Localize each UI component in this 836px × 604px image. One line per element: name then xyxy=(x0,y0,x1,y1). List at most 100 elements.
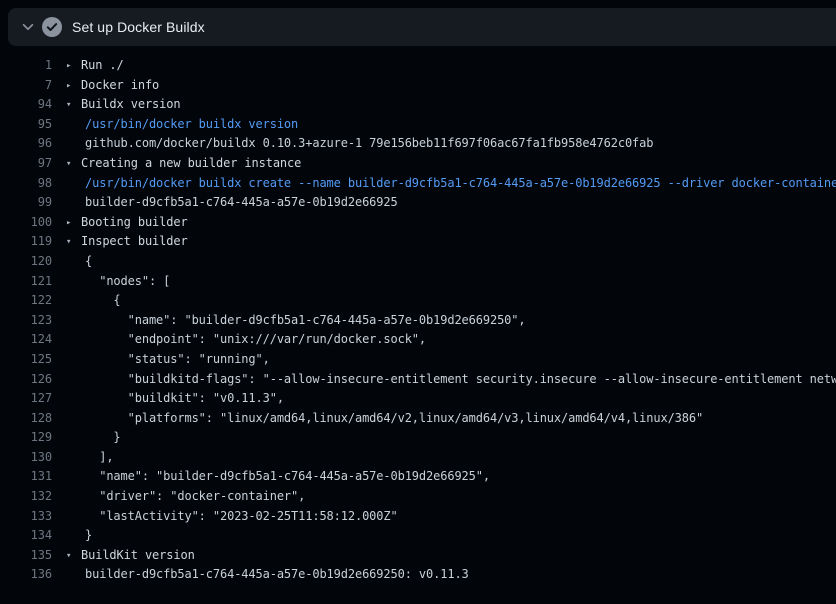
log-output-text: "name": "builder-d9cfb5a1-c764-445a-a57e… xyxy=(52,311,836,331)
line-number[interactable]: 130 xyxy=(0,448,52,468)
log-output-text: { xyxy=(52,252,836,272)
log-line: 121 "nodes": [ xyxy=(0,272,836,292)
group-title: Buildx version xyxy=(81,97,180,111)
log-line: 132 "driver": "docker-container", xyxy=(0,487,836,507)
group-toggle[interactable]: ▸Run ./ xyxy=(52,56,836,76)
group-title: Creating a new builder instance xyxy=(81,156,301,170)
log-output-text: "endpoint": "unix:///var/run/docker.sock… xyxy=(52,330,836,350)
line-number[interactable]: 95 xyxy=(0,115,52,135)
log-line: 125 "status": "running", xyxy=(0,350,836,370)
line-number[interactable]: 99 xyxy=(0,193,52,213)
log-group-line: 100 ▸Booting builder xyxy=(0,213,836,233)
triangle-expanded-icon: ▾ xyxy=(66,96,81,115)
group-title: Inspect builder xyxy=(81,234,188,248)
log-line: 98 /usr/bin/docker buildx create --name … xyxy=(0,174,836,194)
group-title: Docker info xyxy=(81,78,159,92)
group-toggle[interactable]: ▾Inspect builder xyxy=(52,232,836,252)
log-line: 95 /usr/bin/docker buildx version xyxy=(0,115,836,135)
triangle-collapsed-icon: ▸ xyxy=(66,214,81,233)
log-output-text: github.com/docker/buildx 0.10.3+azure-1 … xyxy=(52,134,836,154)
log-line: 127 "buildkit": "v0.11.3", xyxy=(0,389,836,409)
log-line: 120 { xyxy=(0,252,836,272)
log-group-line: 1 ▸Run ./ xyxy=(0,56,836,76)
log-line: 131 "name": "builder-d9cfb5a1-c764-445a-… xyxy=(0,467,836,487)
group-toggle[interactable]: ▾Creating a new builder instance xyxy=(52,154,836,174)
line-number[interactable]: 134 xyxy=(0,526,52,546)
log-line: 99 builder-d9cfb5a1-c764-445a-a57e-0b19d… xyxy=(0,193,836,213)
line-number[interactable]: 132 xyxy=(0,487,52,507)
log-line: 122 { xyxy=(0,291,836,311)
line-number[interactable]: 135 xyxy=(0,546,52,566)
log-output-text: builder-d9cfb5a1-c764-445a-a57e-0b19d2e6… xyxy=(52,565,836,585)
line-number[interactable]: 7 xyxy=(0,76,52,96)
line-number[interactable]: 120 xyxy=(0,252,52,272)
line-number[interactable]: 122 xyxy=(0,291,52,311)
line-number[interactable]: 127 xyxy=(0,389,52,409)
group-title: Booting builder xyxy=(81,215,188,229)
log-group-line: 97 ▾Creating a new builder instance xyxy=(0,154,836,174)
line-number[interactable]: 136 xyxy=(0,565,52,585)
log-line: 123 "name": "builder-d9cfb5a1-c764-445a-… xyxy=(0,311,836,331)
log-group-line: 119 ▾Inspect builder xyxy=(0,232,836,252)
log-output-text: "platforms": "linux/amd64,linux/amd64/v2… xyxy=(52,409,836,429)
group-toggle[interactable]: ▾BuildKit version xyxy=(52,546,836,566)
log-line: 134 } xyxy=(0,526,836,546)
triangle-collapsed-icon: ▸ xyxy=(66,77,81,96)
log-line: 130 ], xyxy=(0,448,836,468)
line-number[interactable]: 133 xyxy=(0,507,52,527)
line-number[interactable]: 94 xyxy=(0,95,52,115)
line-number[interactable]: 129 xyxy=(0,428,52,448)
group-toggle[interactable]: ▸Booting builder xyxy=(52,213,836,233)
log-output-text: "buildkitd-flags": "--allow-insecure-ent… xyxy=(52,370,836,390)
log-lines: 1 ▸Run ./ 7 ▸Docker info 94 ▾Buildx vers… xyxy=(0,46,836,585)
group-toggle[interactable]: ▾Buildx version xyxy=(52,95,836,115)
log-group-line: 94 ▾Buildx version xyxy=(0,95,836,115)
line-number[interactable]: 98 xyxy=(0,174,52,194)
log-output-text: "status": "running", xyxy=(52,350,836,370)
log-output-text: "buildkit": "v0.11.3", xyxy=(52,389,836,409)
triangle-collapsed-icon: ▸ xyxy=(66,57,81,76)
log-line: 96 github.com/docker/buildx 0.10.3+azure… xyxy=(0,134,836,154)
log-output-text: "lastActivity": "2023-02-25T11:58:12.000… xyxy=(52,507,836,527)
triangle-expanded-icon: ▾ xyxy=(66,233,81,252)
log-line: 128 "platforms": "linux/amd64,linux/amd6… xyxy=(0,409,836,429)
check-circle-icon xyxy=(42,17,62,37)
line-number[interactable]: 100 xyxy=(0,213,52,233)
log-output-text: builder-d9cfb5a1-c764-445a-a57e-0b19d2e6… xyxy=(52,193,836,213)
log-group-line: 7 ▸Docker info xyxy=(0,76,836,96)
line-number[interactable]: 123 xyxy=(0,311,52,331)
line-number[interactable]: 1 xyxy=(0,56,52,76)
line-number[interactable]: 97 xyxy=(0,154,52,174)
log-output-text: { xyxy=(52,291,836,311)
line-number[interactable]: 121 xyxy=(0,272,52,292)
triangle-expanded-icon: ▾ xyxy=(66,547,81,566)
line-number[interactable]: 119 xyxy=(0,232,52,252)
line-number[interactable]: 128 xyxy=(0,409,52,429)
log-output-text: } xyxy=(52,428,836,448)
log-line: 133 "lastActivity": "2023-02-25T11:58:12… xyxy=(0,507,836,527)
log-output-text: ], xyxy=(52,448,836,468)
log-output-text: } xyxy=(52,526,836,546)
group-toggle[interactable]: ▸Docker info xyxy=(52,76,836,96)
log-line: 126 "buildkitd-flags": "--allow-insecure… xyxy=(0,370,836,390)
log-command-text: /usr/bin/docker buildx create --name bui… xyxy=(52,174,836,194)
line-number[interactable]: 126 xyxy=(0,370,52,390)
log-line: 136 builder-d9cfb5a1-c764-445a-a57e-0b19… xyxy=(0,565,836,585)
log-line: 129 } xyxy=(0,428,836,448)
log-output-text: "name": "builder-d9cfb5a1-c764-445a-a57e… xyxy=(52,467,836,487)
log-line: 124 "endpoint": "unix:///var/run/docker.… xyxy=(0,330,836,350)
log-group-line: 135 ▾BuildKit version xyxy=(0,546,836,566)
step-title: Set up Docker Buildx xyxy=(72,19,205,35)
log-command-text: /usr/bin/docker buildx version xyxy=(52,115,836,135)
line-number[interactable]: 131 xyxy=(0,467,52,487)
step-header[interactable]: Set up Docker Buildx xyxy=(8,8,836,46)
group-title: Run ./ xyxy=(81,58,124,72)
line-number[interactable]: 96 xyxy=(0,134,52,154)
line-number[interactable]: 125 xyxy=(0,350,52,370)
chevron-down-icon[interactable] xyxy=(20,19,36,35)
log-output-text: "driver": "docker-container", xyxy=(52,487,836,507)
group-title: BuildKit version xyxy=(81,548,195,562)
log-output-text: "nodes": [ xyxy=(52,272,836,292)
line-number[interactable]: 124 xyxy=(0,330,52,350)
triangle-expanded-icon: ▾ xyxy=(66,155,81,174)
